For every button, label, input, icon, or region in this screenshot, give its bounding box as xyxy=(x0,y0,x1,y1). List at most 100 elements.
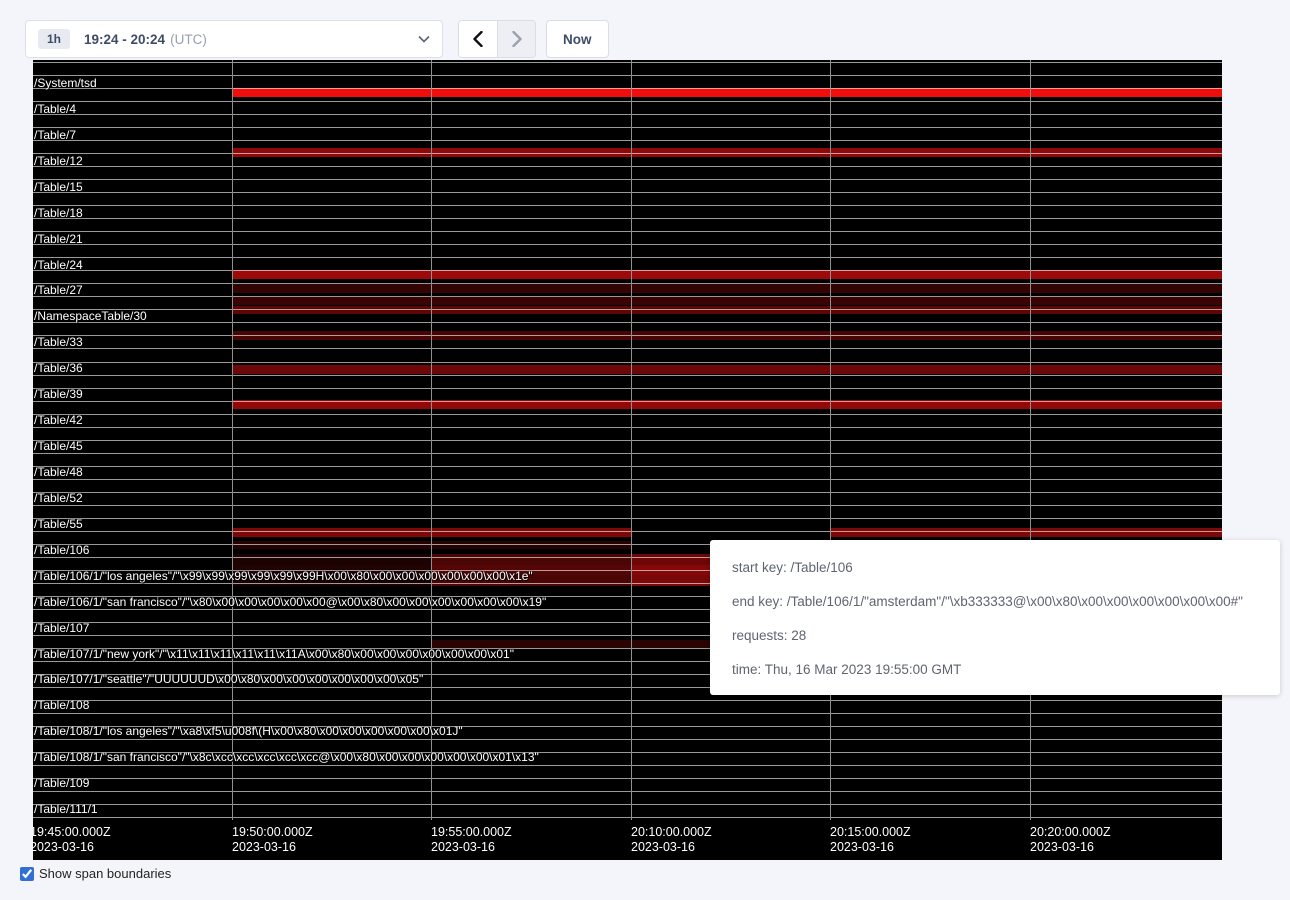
row-label: /Table/45 xyxy=(34,439,83,453)
tooltip-requests: requests: 28 xyxy=(732,626,1280,646)
prev-time-button[interactable] xyxy=(459,21,497,57)
timezone-text: (UTC) xyxy=(170,32,207,47)
hot-span-band[interactable] xyxy=(232,284,1222,293)
toolbar: 1h 19:24 - 20:24 (UTC) Now xyxy=(25,20,609,58)
span-boundary-line xyxy=(33,88,1222,89)
row-label: /Table/106/1/"san francisco"/"\x80\x00\x… xyxy=(34,595,546,609)
span-boundary-line xyxy=(33,257,1222,258)
row-label: /Table/107 xyxy=(34,621,89,635)
span-boundary-line xyxy=(33,492,1222,493)
span-boundary-line xyxy=(33,531,1222,532)
tooltip-time: time: Thu, 16 Mar 2023 19:55:00 GMT xyxy=(732,660,1280,680)
span-boundary-line xyxy=(33,791,1222,792)
row-label: /Table/107/1/"new york"/"\x11\x11\x11\x1… xyxy=(34,647,514,661)
span-boundary-line xyxy=(33,739,1222,740)
tooltip-end-key: end key: /Table/106/1/"amsterdam"/"\xb33… xyxy=(732,592,1280,612)
hot-span-band[interactable] xyxy=(232,88,1222,97)
row-label: /Table/12 xyxy=(34,154,83,168)
now-button[interactable]: Now xyxy=(546,20,609,58)
chevron-right-icon xyxy=(512,31,522,47)
time-axis-tick: 19:55:00.000Z2023-03-16 xyxy=(431,825,512,855)
span-boundary-line xyxy=(33,362,1222,363)
span-boundary-line xyxy=(33,453,1222,454)
span-boundary-line xyxy=(33,166,1222,167)
span-boundary-line xyxy=(33,335,1222,336)
span-boundary-line xyxy=(33,700,1222,701)
hot-span-band[interactable] xyxy=(232,365,1222,374)
show-span-boundaries-checkbox[interactable] xyxy=(20,867,34,881)
time-axis-tick: 19:45:00.000Z2023-03-16 xyxy=(33,825,111,855)
time-axis-tick: 20:20:00.000Z2023-03-16 xyxy=(1030,825,1111,855)
span-tooltip: start key: /Table/106 end key: /Table/10… xyxy=(710,540,1280,695)
row-label: /Table/108/1/"los angeles"/"\xa8\xf5\u00… xyxy=(34,724,463,738)
show-span-boundaries-label: Show span boundaries xyxy=(39,866,171,881)
span-boundary-line xyxy=(33,205,1222,206)
row-label: /Table/108/1/"san francisco"/"\x8c\xcc\x… xyxy=(34,750,539,764)
chart-canvas[interactable]: /System/tsd/Table/4/Table/7/Table/12/Tab… xyxy=(33,60,1222,860)
row-label: /NamespaceTable/30 xyxy=(34,309,147,323)
row-label: /Table/42 xyxy=(34,413,83,427)
tooltip-start-key: start key: /Table/106 xyxy=(732,558,1280,578)
row-label: /Table/48 xyxy=(34,465,83,479)
time-gridline xyxy=(1030,60,1031,820)
chevron-left-icon xyxy=(473,31,483,47)
hot-span-band[interactable] xyxy=(232,554,431,565)
span-boundary-line xyxy=(33,140,1222,141)
span-boundary-line xyxy=(33,75,1222,76)
row-label: /Table/21 xyxy=(34,232,83,246)
row-label: /Table/106/1/"los angeles"/"\x99\x99\x99… xyxy=(34,569,533,583)
row-label: /Table/4 xyxy=(34,102,76,116)
time-range-text: 19:24 - 20:24 xyxy=(84,32,165,47)
row-label: /Table/24 xyxy=(34,258,83,272)
span-boundary-line xyxy=(33,479,1222,480)
span-boundary-line xyxy=(33,440,1222,441)
span-boundary-line xyxy=(33,375,1222,376)
span-boundary-line xyxy=(33,401,1222,402)
span-boundary-line xyxy=(33,505,1222,506)
span-boundary-line xyxy=(33,244,1222,245)
row-label: /Table/7 xyxy=(34,128,76,142)
row-label: /Table/18 xyxy=(34,206,83,220)
hot-span-band[interactable] xyxy=(830,528,1222,537)
span-boundary-line xyxy=(33,778,1222,779)
row-label: /Table/27 xyxy=(34,283,83,297)
span-boundary-line xyxy=(33,804,1222,805)
time-gridline xyxy=(232,60,233,820)
span-boundary-line xyxy=(33,283,1222,284)
row-label: /Table/52 xyxy=(34,491,83,505)
row-label: /Table/109 xyxy=(34,776,89,790)
span-boundary-line xyxy=(33,309,1222,310)
row-label: /Table/33 xyxy=(34,335,83,349)
row-label: /System/tsd xyxy=(34,76,97,90)
row-label: /Table/15 xyxy=(34,180,83,194)
span-boundary-line xyxy=(33,765,1222,766)
footer: Show span boundaries xyxy=(20,866,171,881)
time-gridline xyxy=(431,60,432,820)
next-time-button[interactable] xyxy=(497,21,535,57)
span-boundary-line xyxy=(33,270,1222,271)
hot-span-band[interactable] xyxy=(232,297,1222,305)
row-label: /Table/36 xyxy=(34,361,83,375)
span-boundary-line xyxy=(33,348,1222,349)
span-boundary-line xyxy=(33,427,1222,428)
row-label: /Table/39 xyxy=(34,387,83,401)
span-boundary-line xyxy=(33,388,1222,389)
row-label: /Table/106 xyxy=(34,543,89,557)
span-boundary-line xyxy=(33,192,1222,193)
span-boundary-line xyxy=(33,179,1222,180)
time-nav-group xyxy=(458,20,536,58)
row-label: /Table/107/1/"seattle"/"UUUUUUD\x00\x80\… xyxy=(34,672,423,686)
time-axis-tick: 19:50:00.000Z2023-03-16 xyxy=(232,825,313,855)
hot-span-band[interactable] xyxy=(232,270,1222,279)
span-boundary-line xyxy=(33,231,1222,232)
time-range-selector[interactable]: 1h 19:24 - 20:24 (UTC) xyxy=(25,20,443,58)
row-label: /Table/108 xyxy=(34,698,89,712)
hot-span-band[interactable] xyxy=(431,554,631,565)
span-boundary-line xyxy=(33,218,1222,219)
span-boundary-line xyxy=(33,518,1222,519)
span-boundary-line xyxy=(33,296,1222,297)
time-axis-tick: 20:10:00.000Z2023-03-16 xyxy=(631,825,712,855)
span-boundary-line xyxy=(33,466,1222,467)
row-label: /Table/55 xyxy=(34,517,83,531)
time-gridline xyxy=(830,60,831,820)
